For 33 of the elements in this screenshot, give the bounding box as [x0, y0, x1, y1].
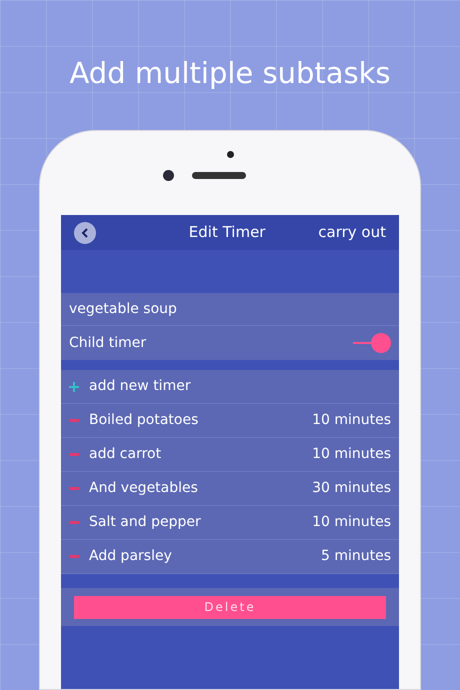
minus-icon[interactable]: [69, 418, 79, 422]
minus-icon[interactable]: [69, 520, 79, 524]
minus-icon[interactable]: [69, 554, 79, 558]
timer-name: add carrot: [89, 445, 162, 464]
timer-duration: 10 minutes: [312, 513, 391, 532]
timer-row[interactable]: Salt and pepper 10 minutes: [61, 506, 399, 540]
back-button[interactable]: [74, 222, 96, 244]
nav-title: Edit Timer: [188, 222, 266, 244]
timer-duration: 10 minutes: [312, 411, 391, 430]
minus-icon[interactable]: [69, 452, 79, 456]
timer-row[interactable]: And vegetables 30 minutes: [61, 472, 399, 506]
plus-icon[interactable]: [69, 382, 79, 392]
speaker-grille: [192, 172, 246, 179]
timer-name: Add parsley: [89, 547, 172, 566]
minus-icon[interactable]: [69, 486, 79, 490]
timer-name: Salt and pepper: [89, 513, 201, 532]
timer-name: Boiled potatoes: [89, 411, 198, 430]
name-field[interactable]: vegetable soup: [61, 293, 399, 326]
timer-name: And vegetables: [89, 479, 198, 498]
timer-duration: 30 minutes: [312, 479, 391, 498]
timer-row[interactable]: Boiled potatoes 10 minutes: [61, 404, 399, 438]
timer-row[interactable]: add carrot 10 minutes: [61, 438, 399, 472]
headline: Add multiple subtasks: [69, 55, 391, 92]
timer-name: add new timer: [89, 377, 191, 396]
chevron-left-icon: [81, 228, 89, 238]
timer-duration: 5 minutes: [320, 547, 391, 566]
camera-icon: [162, 170, 174, 181]
timer-row[interactable]: Add parsley 5 minutes: [61, 540, 399, 574]
timer-duration: 10 minutes: [312, 445, 391, 464]
timer-row[interactable]: add new timer: [61, 370, 399, 404]
toggle-switch[interactable]: [351, 332, 391, 354]
child-timer-label: Child timer: [69, 334, 146, 352]
carry-out-button[interactable]: carry out: [318, 221, 386, 244]
